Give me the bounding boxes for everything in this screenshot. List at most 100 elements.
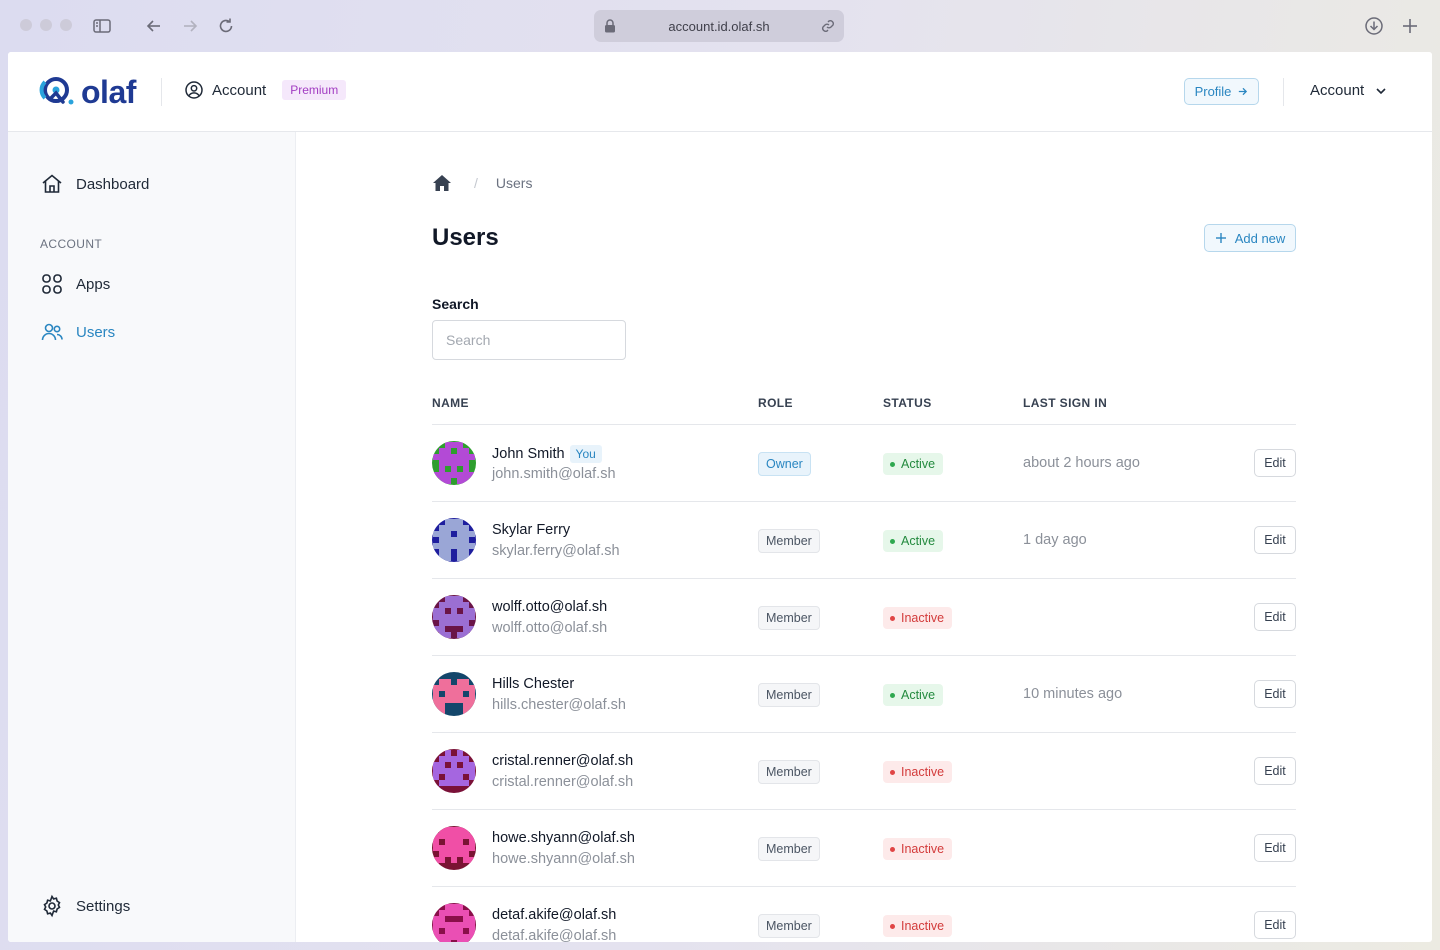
avatar <box>432 595 476 639</box>
status-dot <box>890 692 895 698</box>
user-name: wolff.otto@olaf.sh <box>492 599 607 615</box>
column-header-name: NAME <box>432 396 469 410</box>
column-header-last-sign-in: LAST SIGN IN <box>1023 396 1108 410</box>
home-icon <box>42 174 62 193</box>
premium-badge: Premium <box>282 80 347 100</box>
breadcrumb: / Users <box>432 174 532 192</box>
sidebar-item-dashboard[interactable]: Dashboard <box>40 172 149 196</box>
edit-button[interactable]: Edit <box>1254 449 1296 477</box>
divider <box>1283 78 1284 106</box>
page-title: Users <box>432 224 499 251</box>
avatar <box>432 672 476 716</box>
user-name-text: detaf.akife@olaf.sh <box>492 907 617 923</box>
role-badge: Member <box>758 914 820 938</box>
user-email: wolff.otto@olaf.sh <box>492 620 608 636</box>
chevron-down-icon <box>1376 87 1386 94</box>
sidebar-item-label: Users <box>76 323 116 341</box>
sidebar-item-label: Settings <box>76 897 131 915</box>
status-badge: Inactive <box>883 915 953 937</box>
users-table: NAME ROLE STATUS LAST SIGN IN John Smith… <box>432 386 1296 942</box>
edit-button[interactable]: Edit <box>1254 911 1296 939</box>
account-menu-label: Account <box>1310 82 1365 99</box>
table-row: cristal.renner@olaf.sh cristal.renner@ol… <box>432 733 1296 810</box>
role-badge: Owner <box>758 452 811 476</box>
user-name: Skylar Ferry <box>492 522 570 538</box>
sidebar-item-apps[interactable]: Apps <box>40 272 110 296</box>
table-header: NAME ROLE STATUS LAST SIGN IN <box>432 386 1296 425</box>
status-badge: Active <box>883 453 944 475</box>
sidebar-item-users[interactable]: Users <box>40 320 115 344</box>
last-sign-in: 1 day ago <box>1023 532 1087 548</box>
breadcrumb-current: Users <box>495 175 533 191</box>
user-email: detaf.akife@olaf.sh <box>492 928 617 942</box>
role-badge: Member <box>758 760 820 784</box>
status-dot <box>890 923 895 929</box>
reload-icon[interactable] <box>216 16 236 36</box>
account-dropdown[interactable]: Account <box>1310 82 1388 99</box>
edit-button[interactable]: Edit <box>1254 526 1296 554</box>
sidebar-item-label: Dashboard <box>76 175 150 193</box>
olaf-logo[interactable]: olaf <box>39 74 136 110</box>
browser-chrome: account.id.olaf.sh <box>0 0 1440 52</box>
user-name-text: cristal.renner@olaf.sh <box>492 753 634 769</box>
main-content: / Users Users Add new Search NAME ROLE S… <box>296 132 1432 942</box>
role-badge: Member <box>758 606 820 630</box>
back-arrow-icon[interactable] <box>144 16 164 36</box>
forward-arrow-icon[interactable] <box>180 16 200 36</box>
table-row: John Smith You john.smith@olaf.sh Owner … <box>432 425 1296 502</box>
edit-button[interactable]: Edit <box>1254 757 1296 785</box>
add-new-label: Add new <box>1234 230 1286 246</box>
avatar <box>432 826 476 870</box>
window-controls[interactable] <box>20 19 72 31</box>
brand-name: olaf <box>81 74 136 110</box>
avatar <box>432 518 476 562</box>
table-row: Skylar Ferry skylar.ferry@olaf.sh Member… <box>432 502 1296 579</box>
top-bar: olaf Account Premium Profile Account <box>8 52 1432 132</box>
status-text: Inactive <box>901 765 945 779</box>
divider <box>161 78 162 106</box>
status-dot <box>890 769 895 775</box>
sidebar-item-settings[interactable]: Settings <box>40 894 130 918</box>
user-name: cristal.renner@olaf.sh <box>492 753 633 769</box>
edit-button[interactable]: Edit <box>1254 680 1296 708</box>
olaf-mark-icon <box>39 77 74 105</box>
account-link[interactable]: Account Premium <box>184 80 347 100</box>
sidebar-toggle-icon[interactable] <box>92 16 112 36</box>
new-tab-plus-icon[interactable] <box>1400 16 1420 36</box>
search-input[interactable] <box>432 320 626 360</box>
home-icon[interactable] <box>432 174 452 192</box>
search-label: Search <box>432 296 479 312</box>
edit-button[interactable]: Edit <box>1254 603 1296 631</box>
add-new-button[interactable]: Add new <box>1204 224 1296 252</box>
user-email: skylar.ferry@olaf.sh <box>492 543 620 559</box>
status-badge: Active <box>883 684 944 706</box>
status-text: Active <box>901 534 936 548</box>
you-badge: You <box>569 445 602 463</box>
link-icon[interactable] <box>820 18 836 34</box>
edit-button[interactable]: Edit <box>1254 834 1296 862</box>
role-badge: Member <box>758 529 820 553</box>
address-bar[interactable]: account.id.olaf.sh <box>594 10 844 42</box>
lock-icon <box>605 19 615 33</box>
plus-icon <box>1215 233 1226 243</box>
status-text: Inactive <box>901 611 945 625</box>
table-row: Hills Chester hills.chester@olaf.sh Memb… <box>432 656 1296 733</box>
gear-icon <box>43 894 61 918</box>
profile-button[interactable]: Profile <box>1184 78 1259 105</box>
role-badge: Member <box>758 683 820 707</box>
status-dot <box>890 615 895 621</box>
status-dot <box>890 846 895 852</box>
column-header-status: STATUS <box>883 396 932 410</box>
app-window: olaf Account Premium Profile Account Das… <box>8 52 1432 942</box>
table-row: detaf.akife@olaf.sh detaf.akife@olaf.sh … <box>432 887 1296 942</box>
table-row: wolff.otto@olaf.sh wolff.otto@olaf.sh Me… <box>432 579 1296 656</box>
users-icon <box>41 323 63 341</box>
user-email: john.smith@olaf.sh <box>492 466 616 482</box>
user-email: howe.shyann@olaf.sh <box>492 851 635 867</box>
status-badge: Active <box>883 530 944 552</box>
download-icon[interactable] <box>1364 16 1384 36</box>
user-name: John Smith You <box>492 445 602 463</box>
sidebar-section-label: ACCOUNT <box>40 237 103 251</box>
last-sign-in: 10 minutes ago <box>1023 686 1123 702</box>
table-body: John Smith You john.smith@olaf.sh Owner … <box>432 425 1296 942</box>
